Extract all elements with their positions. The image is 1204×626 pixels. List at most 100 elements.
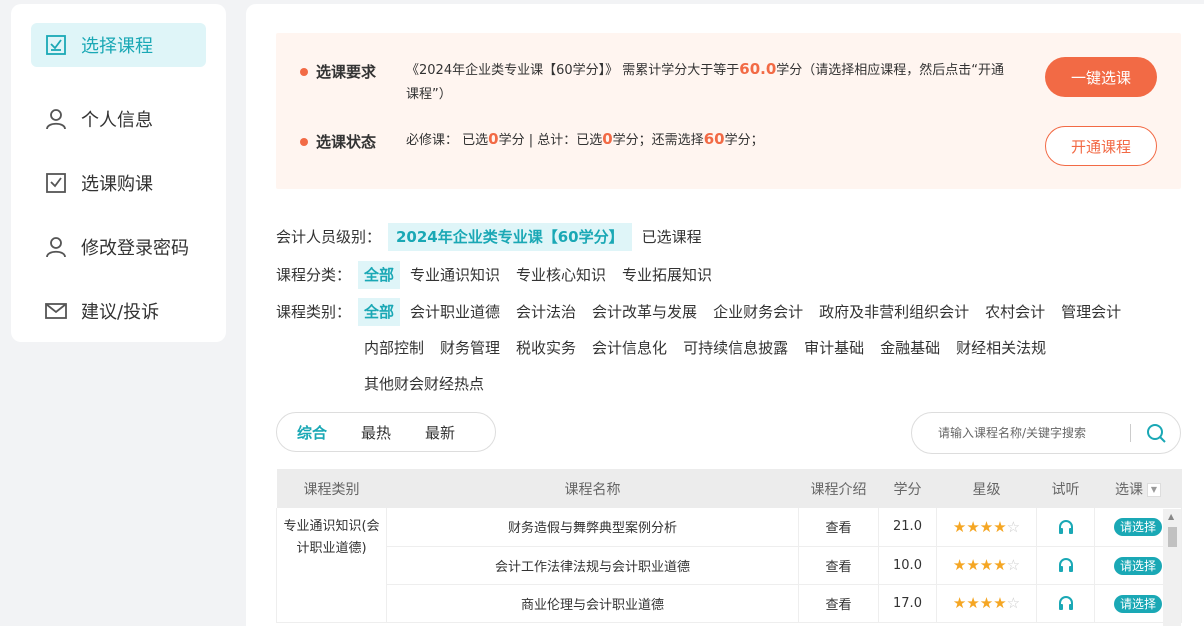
select-course-button[interactable]: 请选择: [1113, 594, 1162, 613]
search-input[interactable]: [938, 426, 1128, 440]
sidebar-item-label: 修改登录密码: [81, 238, 189, 259]
headphones-icon[interactable]: [1057, 556, 1075, 574]
view-intro-link[interactable]: 查看: [798, 508, 879, 547]
col-header: 星级: [936, 469, 1037, 508]
type-option[interactable]: 财务管理: [434, 334, 506, 362]
sort-tab-hot[interactable]: 最热: [361, 422, 391, 443]
course-name[interactable]: 会计工作法律法规与会计职业道德: [386, 546, 799, 585]
type-option[interactable]: 其他财会财经热点: [358, 370, 490, 398]
preview-cell: [1036, 508, 1095, 547]
category-options: 全部 专业通识知识 专业核心知识 专业拓展知识: [358, 261, 1178, 297]
star-rating: ★★★★☆: [936, 508, 1037, 547]
category-label: 课程分类：: [276, 266, 352, 284]
star-rating: ★★★★☆: [936, 546, 1037, 585]
headphones-icon[interactable]: [1057, 594, 1075, 612]
mail-icon: [45, 300, 67, 322]
bullet-dot: [300, 138, 308, 146]
sidebar-item-label: 建议/投诉: [81, 302, 160, 323]
sidebar-item-label: 个人信息: [81, 110, 153, 131]
level-value[interactable]: 2024年企业类专业课【60学分】: [388, 223, 632, 251]
type-option[interactable]: 会计改革与发展: [586, 298, 703, 326]
col-header: 选课 ▼: [1094, 469, 1182, 508]
type-option[interactable]: 税收实务: [510, 334, 582, 362]
course-table: 课程类别 课程名称 课程介绍 学分 星级 试听 选课 ▼ 专业通识知识(会计职业道…: [276, 469, 1182, 623]
sort-tab-composite[interactable]: 综合: [297, 422, 327, 443]
requirement-label: 选课要求: [316, 63, 377, 81]
col-header: 试听: [1036, 469, 1095, 508]
search-box: [911, 412, 1181, 454]
status-label: 选课状态: [316, 133, 377, 151]
type-option[interactable]: 会计信息化: [586, 334, 673, 362]
scroll-up-icon[interactable]: ▲: [1168, 512, 1174, 521]
credit-cell: 10.0: [878, 546, 937, 585]
sort-tabs: 综合 最热 最新: [276, 412, 496, 452]
type-label: 课程类别：: [276, 303, 352, 321]
select-course-button[interactable]: 请选择: [1113, 556, 1162, 575]
col-header: 课程名称: [386, 469, 799, 508]
table-scrollbar[interactable]: ▲: [1163, 509, 1181, 626]
col-header: 学分: [878, 469, 937, 508]
requirements-panel: 选课要求 《2024年企业类专业课【60学分】》 需累计学分大于等于60.0学分…: [276, 33, 1181, 189]
type-option[interactable]: 会计职业道德: [404, 298, 506, 326]
status-row: 选课状态 必修课： 已选0学分 | 总计：已选0学分；还需选择60学分；: [300, 130, 764, 153]
type-option[interactable]: 金融基础: [874, 334, 946, 362]
table-row: 专业通识知识(会计职业道德) 财务造假与舞弊典型案例分析 查看 21.0 ★★★★☆ 请选…: [276, 508, 1182, 623]
main-panel: 选课要求 《2024年企业类专业课【60学分】》 需累计学分大于等于60.0学分…: [246, 4, 1204, 626]
level-label: 会计人员级别：: [276, 228, 382, 246]
select-course-button[interactable]: 请选择: [1113, 518, 1162, 537]
sidebar-item-feedback[interactable]: 建议/投诉: [11, 279, 226, 343]
credit-cell: 17.0: [878, 584, 937, 623]
one-click-select-button[interactable]: 一键选课: [1045, 57, 1157, 97]
preview-cell: [1036, 546, 1095, 585]
checkbox-icon: [45, 34, 67, 56]
requirement-text: 《2024年企业类专业课【60学分】》 需累计学分大于等于60.0学分（请选择相…: [406, 60, 1005, 102]
search-icon[interactable]: [1146, 423, 1166, 443]
type-option[interactable]: 财经相关法规: [950, 334, 1052, 362]
selected-courses-link[interactable]: 已选课程: [642, 223, 702, 251]
level-filter: 会计人员级别： 2024年企业类专业课【60学分】 已选课程: [276, 223, 702, 251]
view-intro-link[interactable]: 查看: [798, 546, 879, 585]
checkbox-icon: [45, 172, 67, 194]
category-option[interactable]: 专业通识知识: [404, 261, 506, 289]
sort-tab-new[interactable]: 最新: [425, 422, 455, 443]
headphones-icon[interactable]: [1057, 518, 1075, 536]
type-option[interactable]: 审计基础: [798, 334, 870, 362]
type-option[interactable]: 内部控制: [358, 334, 430, 362]
col-header: 课程类别: [276, 469, 387, 508]
category-option[interactable]: 专业核心知识: [510, 261, 612, 289]
requirement-row: 选课要求 《2024年企业类专业课【60学分】》 需累计学分大于等于60.0学分…: [300, 60, 1006, 107]
type-option[interactable]: 全部: [358, 298, 401, 326]
credit-cell: 21.0: [878, 508, 937, 547]
star-rating: ★★★★☆: [936, 584, 1037, 623]
sidebar: 选择课程 个人信息 选课购课 修改登录密码 建议/投诉: [11, 4, 226, 342]
bullet-dot: [300, 68, 308, 76]
type-option[interactable]: 管理会计: [1055, 298, 1127, 326]
chevron-down-icon[interactable]: ▼: [1147, 482, 1161, 497]
sidebar-item-label: 选课购课: [81, 174, 153, 195]
open-course-button[interactable]: 开通课程: [1045, 126, 1157, 166]
table-row: 商业伦理与会计职业道德 查看 17.0 ★★★★☆ 请选择: [277, 584, 1182, 623]
scroll-thumb[interactable]: [1168, 527, 1177, 547]
col-header: 课程介绍: [798, 469, 879, 508]
type-option[interactable]: 企业财务会计: [707, 298, 809, 326]
sidebar-item-password[interactable]: 修改登录密码: [11, 215, 226, 279]
type-filter: 课程类别： 全部 会计职业道德 会计法治 会计改革与发展 企业财务会计 政府及非营利组织会…: [276, 298, 1178, 406]
type-option[interactable]: 政府及非营利组织会计: [813, 298, 975, 326]
category-cell: 专业通识知识(会计职业道德): [276, 508, 387, 623]
user-icon: [45, 236, 67, 258]
course-name[interactable]: 商业伦理与会计职业道德: [386, 584, 799, 623]
category-option[interactable]: 专业拓展知识: [616, 261, 718, 289]
sidebar-item-select-course[interactable]: 选择课程: [31, 23, 206, 67]
status-text: 必修课： 已选0学分 | 总计：已选0学分；还需选择60学分；: [406, 130, 764, 148]
sidebar-item-purchase[interactable]: 选课购课: [11, 151, 226, 215]
type-option[interactable]: 可持续信息披露: [677, 334, 794, 362]
preview-cell: [1036, 584, 1095, 623]
category-option[interactable]: 全部: [358, 261, 401, 289]
course-name[interactable]: 财务造假与舞弊典型案例分析: [386, 508, 799, 547]
view-intro-link[interactable]: 查看: [798, 584, 879, 623]
type-option[interactable]: 农村会计: [979, 298, 1051, 326]
type-option[interactable]: 会计法治: [510, 298, 582, 326]
sidebar-item-personal-info[interactable]: 个人信息: [11, 87, 226, 151]
search-divider: [1130, 424, 1131, 442]
sidebar-item-label: 选择课程: [81, 36, 153, 57]
